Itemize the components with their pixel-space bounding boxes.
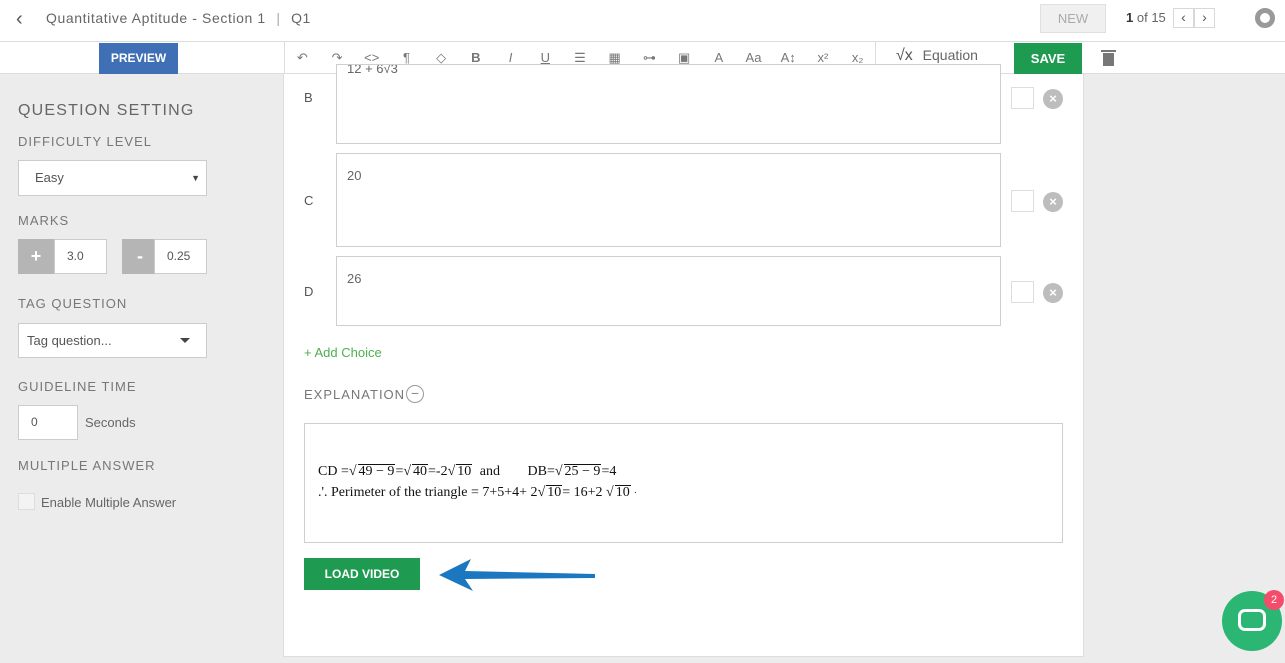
math-text: DB= [527, 464, 555, 479]
counter-total: of 15 [1136, 10, 1166, 25]
chat-bubble-icon [1238, 609, 1266, 631]
guideline-time-input[interactable]: 0 [18, 405, 78, 440]
question-id: Q1 [291, 10, 311, 26]
question-editor-panel: B 12 + 6√3 × C 20 × D 26 × + Add Choice … [283, 64, 1084, 657]
next-question-button[interactable]: › [1194, 8, 1215, 28]
remove-choice-icon[interactable]: × [1043, 89, 1063, 109]
guideline-time-label: GUIDELINE TIME [18, 379, 137, 394]
square-root-icon: √x [896, 47, 913, 64]
radicand: 49 − 9 [357, 464, 396, 479]
math-text: =4 [601, 464, 617, 479]
collapse-minus-icon[interactable]: − [406, 385, 424, 403]
top-bar: ‹ Quantitative Aptitude - Section 1 | Q1… [0, 0, 1285, 42]
tag-placeholder: Tag question... [27, 333, 112, 348]
negative-marks-input[interactable]: 0.25 [154, 239, 207, 274]
chat-notification-badge: 2 [1264, 590, 1284, 610]
choice-letter: D [304, 284, 314, 299]
math-text: and [479, 464, 500, 479]
math-text: .'. Perimeter of the triangle = 7+5+4+ 2 [318, 485, 538, 500]
choice-letter: C [304, 193, 314, 208]
equation-label: Equation [922, 47, 978, 63]
radicand: 10 [546, 485, 563, 500]
radicand: 40 [412, 464, 429, 479]
annotation-arrow-icon [439, 559, 595, 591]
tag-question-label: TAG QUESTION [18, 296, 128, 311]
multiple-answer-label: MULTIPLE ANSWER [18, 458, 156, 473]
marks-label: MARKS [18, 213, 70, 228]
explanation-editor[interactable]: CD =√ 49 − 9=√ 40=-2√ 10 and DB=√ 25 − 9=4 .… [304, 423, 1063, 543]
difficulty-value: Easy [35, 170, 64, 185]
math-text: . [634, 485, 637, 495]
tag-question-select[interactable]: Tag question... [18, 323, 207, 358]
undo-icon[interactable]: ↶ [285, 42, 320, 74]
add-choice-link[interactable]: + Add Choice [304, 345, 382, 360]
caret-down-icon: ▼ [191, 173, 200, 183]
radical-sign: √ [537, 485, 546, 500]
chevron-left-icon[interactable]: ‹ [16, 9, 36, 29]
difficulty-label: DIFFICULTY LEVEL [18, 134, 152, 149]
remove-choice-icon[interactable]: × [1043, 192, 1063, 212]
choice-letter: B [304, 90, 313, 105]
difficulty-select[interactable]: Easy ▼ [18, 160, 207, 196]
explanation-label: EXPLANATION [304, 387, 406, 402]
previous-question-button[interactable]: ‹ [1173, 8, 1194, 28]
radical-sign: √ [606, 485, 614, 500]
trash-body [1103, 53, 1114, 66]
settings-title: QUESTION SETTING [18, 102, 195, 119]
question-counter: 1 of 15 [1126, 10, 1166, 25]
radicand: 25 − 9 [563, 464, 602, 479]
triangle-down-icon [180, 338, 190, 343]
math-text: CD = [318, 464, 349, 479]
breadcrumb-separator: | [276, 10, 281, 26]
radical-sign: √ [403, 464, 412, 479]
radicand: 10 [456, 464, 473, 479]
positive-marks-button[interactable]: + [18, 239, 54, 274]
breadcrumb: Quantitative Aptitude - Section 1 | Q1 [46, 10, 311, 26]
trash-icon[interactable] [1101, 50, 1116, 66]
correct-answer-checkbox[interactable] [1011, 190, 1034, 212]
negative-marks-button[interactable]: - [122, 239, 158, 274]
radical-sign: √ [554, 464, 563, 479]
save-button[interactable]: SAVE [1014, 43, 1082, 74]
trash-lid [1101, 50, 1116, 52]
lifebuoy-icon[interactable] [1255, 8, 1275, 28]
section-title: Quantitative Aptitude - Section 1 [46, 10, 266, 26]
choice-input[interactable]: 12 + 6√3 [336, 64, 1001, 144]
explanation-line-1: CD =√ 49 − 9=√ 40=-2√ 10 and DB=√ 25 − 9=4 [318, 464, 616, 480]
radicand: 10 [614, 485, 631, 500]
choice-input[interactable]: 26 [336, 256, 1001, 326]
math-text: =-2 [428, 464, 448, 479]
radical-sign: √ [348, 464, 357, 479]
correct-answer-checkbox[interactable] [1011, 87, 1034, 109]
preview-button[interactable]: PREVIEW [99, 43, 178, 74]
seconds-label: Seconds [85, 415, 136, 430]
explanation-line-2: .'. Perimeter of the triangle = 7+5+4+ 2… [318, 485, 636, 501]
radical-sign: √ [447, 464, 456, 479]
positive-marks-input[interactable]: 3.0 [54, 239, 107, 274]
enable-multiple-label: Enable Multiple Answer [41, 495, 177, 510]
choice-text: 26 [347, 271, 362, 286]
choice-text: 12 + 6√3 [347, 64, 398, 76]
correct-answer-checkbox[interactable] [1011, 281, 1034, 303]
choice-input[interactable]: 20 [336, 153, 1001, 247]
remove-choice-icon[interactable]: × [1043, 283, 1063, 303]
equation-button[interactable]: √x Equation [896, 47, 978, 65]
math-text: = 16+2 [562, 485, 603, 500]
enable-multiple-checkbox[interactable] [18, 493, 35, 510]
counter-current: 1 [1126, 10, 1134, 25]
choice-text: 20 [347, 168, 362, 183]
load-video-button[interactable]: LOAD VIDEO [304, 558, 420, 590]
new-question-button[interactable]: NEW [1040, 4, 1106, 33]
